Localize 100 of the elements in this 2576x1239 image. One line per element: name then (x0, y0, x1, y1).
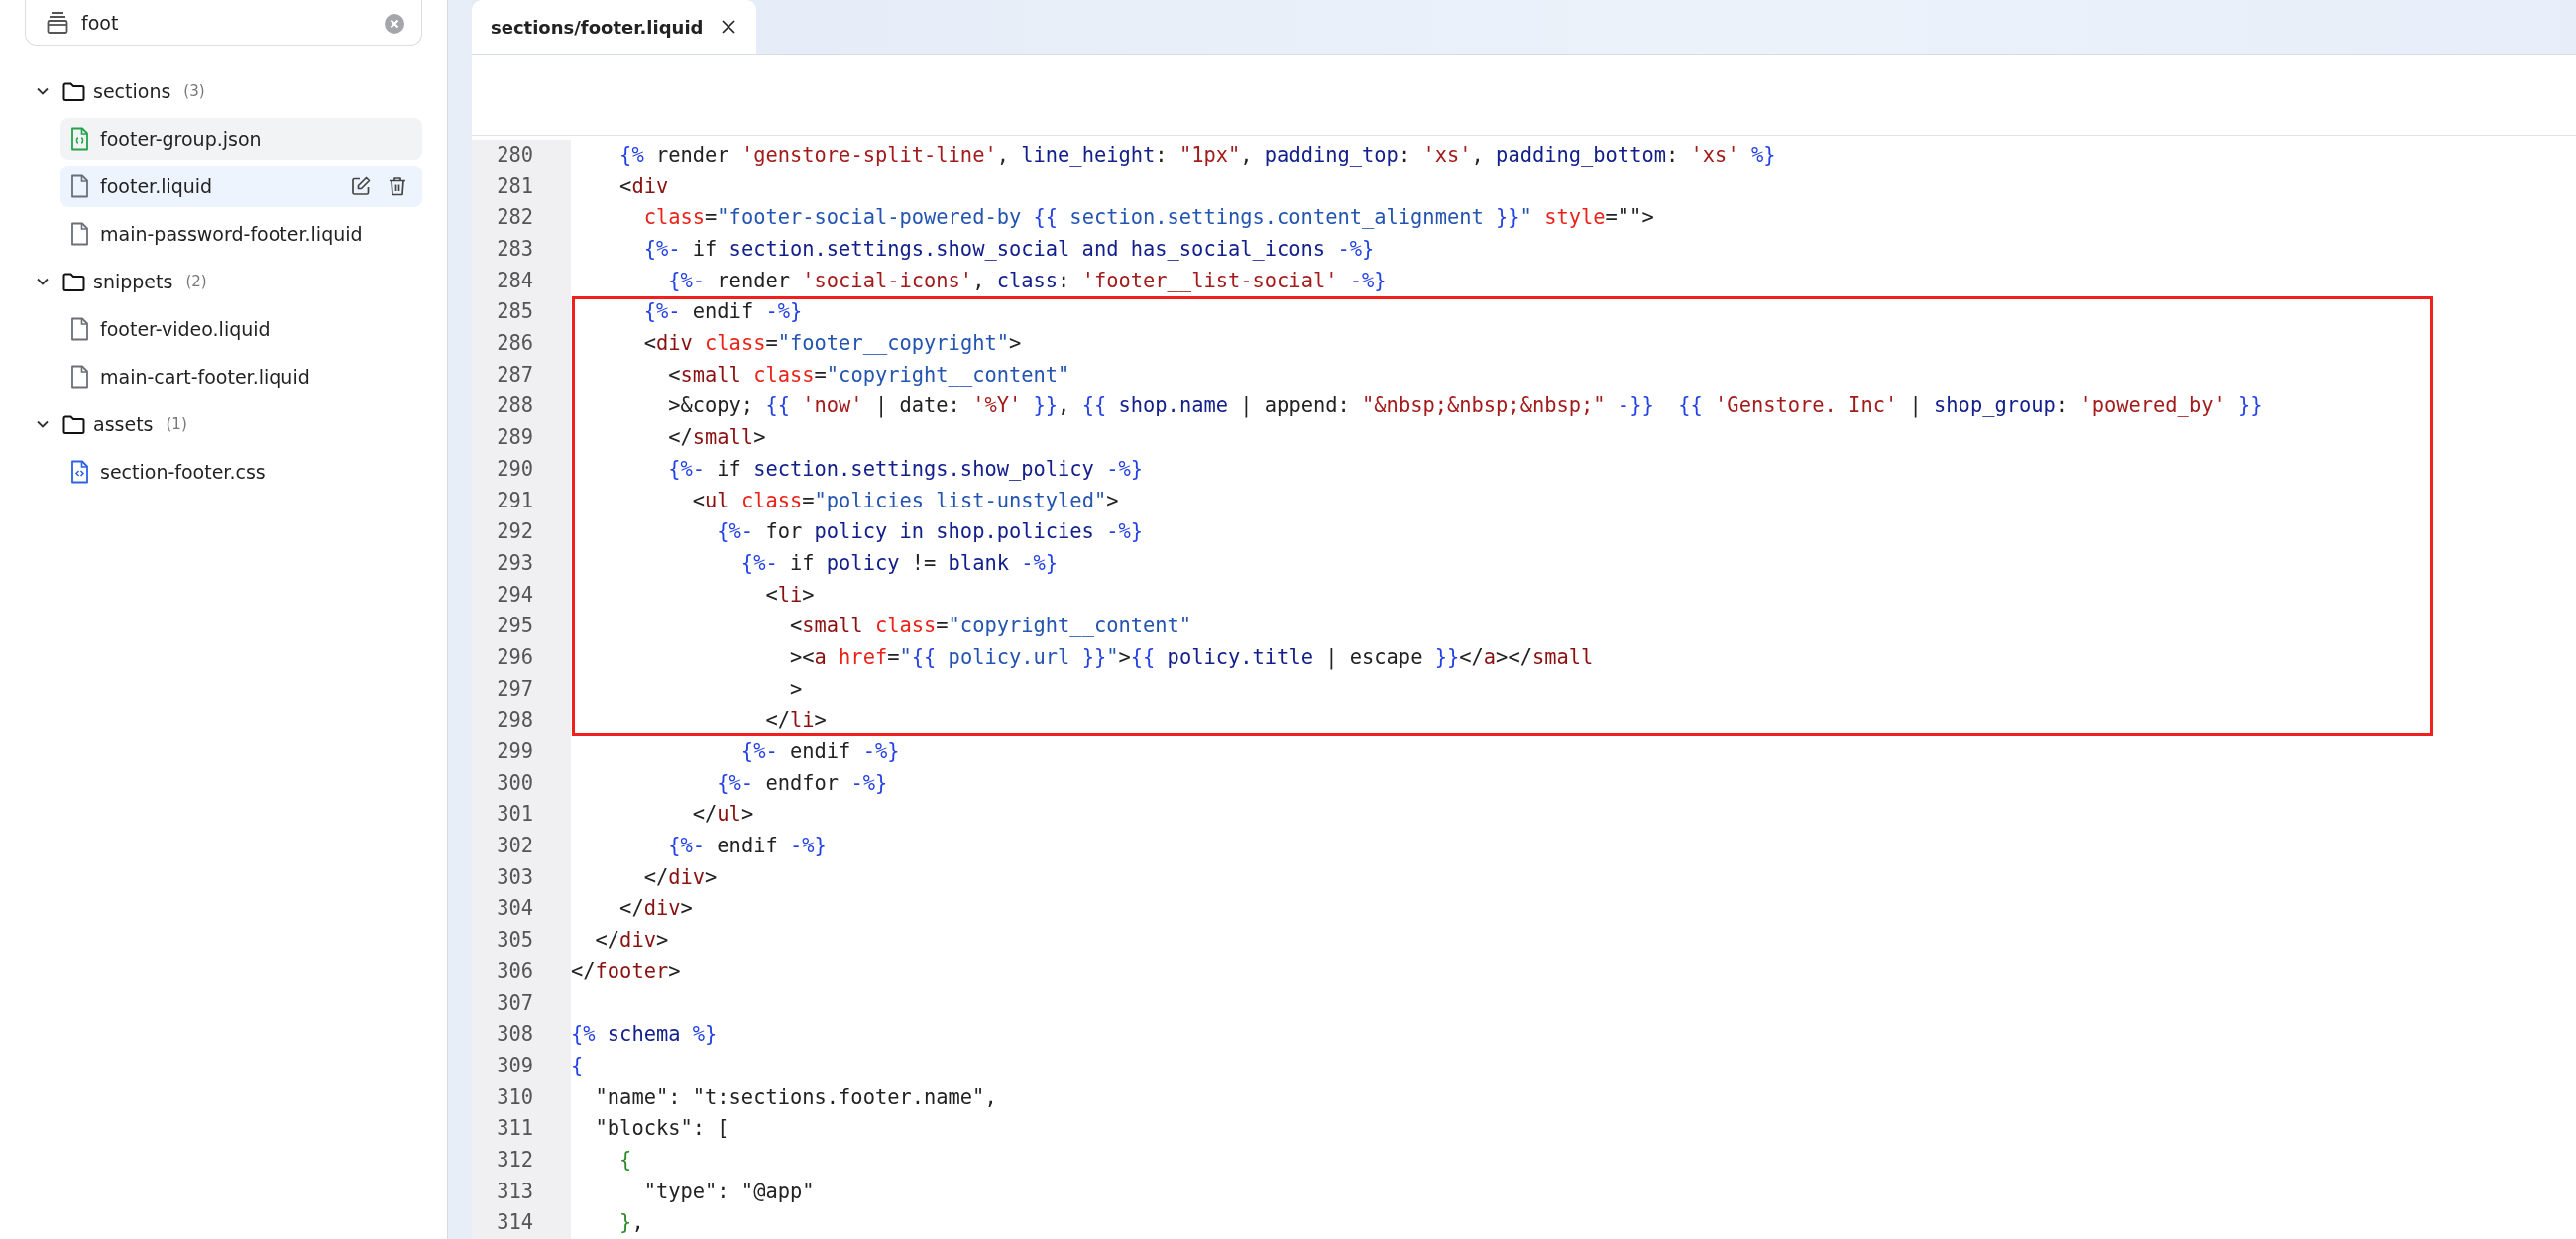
code-line: </footer> (571, 957, 681, 985)
code-line: <div (618, 172, 669, 200)
code-line: {%- endif -%} (667, 833, 827, 860)
code-file-icon (69, 460, 90, 484)
code-line: {% schema %} (571, 1021, 718, 1049)
file-row[interactable]: footer-group.json (60, 118, 422, 160)
code-line: { (618, 1146, 632, 1174)
trash-icon[interactable] (389, 176, 406, 196)
line-number: 296 (496, 643, 533, 671)
line-number: 286 (496, 330, 533, 358)
file-icon (69, 222, 90, 246)
line-number: 297 (496, 675, 533, 703)
line-number: 312 (496, 1146, 533, 1174)
item-count: (1) (166, 415, 187, 433)
code-line: class="footer-social-powered-by {{ section.settings.content_alignment }}" style=""> (642, 204, 1654, 232)
line-number: 308 (496, 1021, 533, 1049)
file-icon (69, 174, 90, 198)
line-number: 289 (496, 424, 533, 452)
file-row[interactable]: section-footer.css (60, 451, 422, 493)
line-number: 291 (496, 487, 533, 514)
code-line: ><a href="{{ policy.url }}">{{ policy.title | escape }}</a></small (788, 643, 1594, 672)
file-row[interactable]: footer.liquid (60, 166, 422, 207)
code-line: {%- for policy in shop.policies -%} (716, 518, 1143, 546)
code-line: </small> (667, 424, 766, 452)
line-number: 306 (496, 957, 533, 985)
file-name: main-cart-footer.liquid (100, 366, 310, 388)
code-line: }, (618, 1209, 644, 1237)
file-name: footer-video.liquid (100, 318, 271, 340)
line-number: 314 (496, 1209, 533, 1237)
line-number: 305 (496, 927, 533, 955)
code-line: </div> (618, 895, 693, 923)
line-number: 290 (496, 455, 533, 483)
line-number: 302 (496, 833, 533, 860)
line-number: 284 (496, 267, 533, 294)
line-number: 300 (496, 769, 533, 797)
file-row[interactable]: main-password-footer.liquid (60, 213, 422, 255)
line-number: 311 (496, 1115, 533, 1143)
line-number: 287 (496, 361, 533, 389)
file-icon (69, 365, 90, 389)
code-line: <li> (764, 581, 815, 609)
file-tab[interactable]: sections/footer.liquid (472, 0, 757, 54)
code-line: </div> (642, 863, 718, 891)
line-number: 285 (496, 298, 533, 326)
line-number: 313 (496, 1178, 533, 1205)
code-line: > (788, 675, 803, 703)
line-number: 293 (496, 549, 533, 577)
line-number: 298 (496, 707, 533, 734)
code-line: "name": "t:sections.footer.name", (594, 1083, 997, 1111)
file-name: footer-group.json (100, 128, 262, 150)
code-line: </div> (594, 927, 669, 955)
code-line: {%- if policy != blank -%} (739, 549, 1059, 577)
code-line: {%- if section.settings.show_social and has_social_icons -%} (642, 236, 1375, 263)
file-row[interactable]: footer-video.liquid (60, 308, 422, 350)
code-line: {% render 'genstore-split-line', line_height: "1px", padding_top: 'xs', padding_bottom: 'xs' %} (618, 141, 1776, 169)
line-number: 283 (496, 236, 533, 263)
line-number: 309 (496, 1052, 533, 1079)
edit-icon[interactable] (351, 176, 371, 196)
file-name: main-password-footer.liquid (100, 223, 363, 245)
json-file-icon (69, 127, 90, 151)
folder-icon (62, 272, 85, 291)
code-line: <small class="copyright__content" (788, 613, 1192, 640)
close-icon[interactable] (721, 19, 737, 35)
folder-icon (62, 414, 85, 434)
line-number: 281 (496, 172, 533, 200)
line-number: 288 (496, 393, 533, 420)
line-number: 303 (496, 863, 533, 891)
folder-name[interactable]: snippets (93, 271, 173, 292)
code-line: </ul> (691, 801, 754, 829)
code-line: { (571, 1052, 584, 1079)
line-number: 301 (496, 801, 533, 829)
code-line: </li> (764, 707, 827, 734)
code-line: {%- render 'social-icons', class: 'footer__list-social' -%} (667, 267, 1387, 294)
folder-icon (62, 81, 85, 101)
item-count: (2) (185, 273, 207, 290)
code-line: <small class="copyright__content" (667, 361, 1070, 389)
code-line: {%- endfor -%} (716, 769, 888, 797)
folder-name[interactable]: assets (93, 413, 154, 435)
search-field[interactable]: foot (25, 0, 422, 46)
line-number: 294 (496, 581, 533, 609)
code-line: {%- endif -%} (739, 738, 900, 765)
code-line: <ul class="policies list-unstyled"> (691, 487, 1119, 514)
code-line: {%- if section.settings.show_policy -%} (667, 455, 1143, 483)
line-number: 299 (496, 738, 533, 765)
file-icon (69, 317, 90, 341)
folder-name[interactable]: sections (93, 80, 171, 102)
file-row[interactable]: main-cart-footer.liquid (60, 356, 422, 397)
line-number: 310 (496, 1083, 533, 1111)
code-line: <div class="footer__copyright"> (642, 330, 1022, 358)
code-line: "type": "@app" (642, 1178, 815, 1205)
code-line: >&copy; {{ 'now' | date: '%Y' }}, {{ shop.name | append: "&nbsp;&nbsp;&nbsp;" -}} {{ 'Genstore. Inc' | shop_group: 'powered_by' }} (667, 393, 2263, 420)
line-number: 307 (496, 989, 533, 1017)
code-line: {%- endif -%} (642, 298, 803, 326)
line-number: 282 (496, 204, 533, 232)
file-name: footer.liquid (100, 175, 213, 197)
item-count: (3) (183, 82, 205, 100)
line-number: 280 (496, 141, 533, 169)
file-name: section-footer.css (100, 461, 266, 483)
line-number: 295 (496, 613, 533, 640)
code-line: "blocks": [ (594, 1115, 729, 1143)
line-number: 292 (496, 518, 533, 546)
